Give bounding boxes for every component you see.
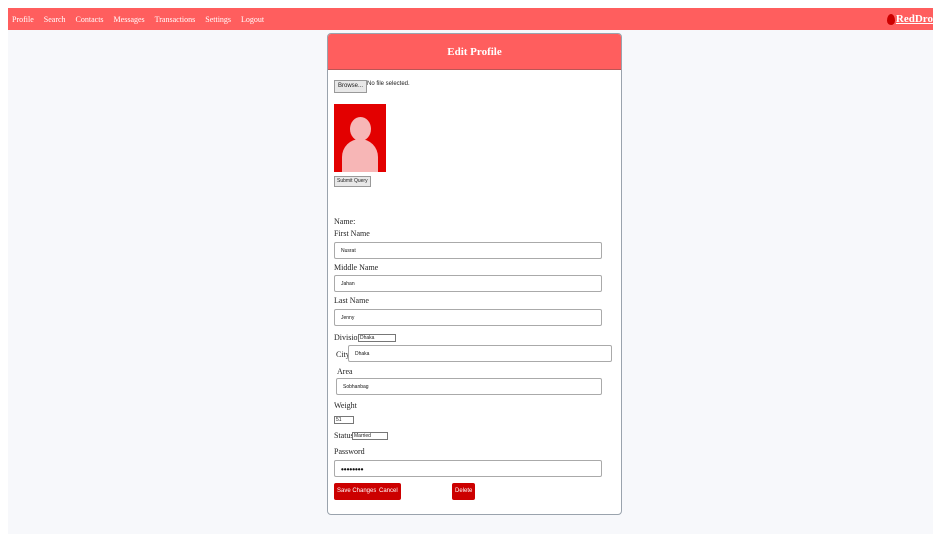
brand-logo[interactable]: RedDro	[886, 10, 933, 28]
first-name-input[interactable]: Nusrat	[334, 242, 602, 259]
middle-name-input[interactable]: Jahan	[334, 275, 602, 292]
brand-name: RedDro	[895, 13, 933, 25]
area-label: Area	[337, 367, 353, 376]
password-label: Password	[334, 447, 365, 456]
area-input[interactable]: Sobhanbag	[336, 378, 602, 395]
last-name-label: Last Name	[334, 296, 369, 305]
nav-settings[interactable]: Settings	[205, 15, 231, 24]
weight-label: Weight	[334, 401, 357, 410]
avatar	[334, 104, 386, 172]
submit-query-button[interactable]: Submit Query	[334, 176, 371, 187]
nav-transactions[interactable]: Transactions	[155, 15, 196, 24]
file-status: No file selected.	[367, 81, 410, 87]
card-title: Edit Profile	[328, 34, 621, 70]
city-input[interactable]: Dhaka	[348, 345, 612, 362]
cancel-button[interactable]: Cancel	[376, 483, 401, 500]
blood-drop-icon	[886, 13, 895, 25]
status-select[interactable]: Married	[352, 432, 388, 440]
nav-messages[interactable]: Messages	[114, 15, 145, 24]
delete-button[interactable]: Delete	[452, 483, 476, 500]
password-input[interactable]: ••••••••	[334, 460, 602, 477]
browse-button[interactable]: Browse...	[334, 80, 368, 93]
edit-profile-card: Edit Profile Browse... No file selected.…	[327, 33, 622, 515]
weight-input[interactable]: 51	[334, 416, 354, 424]
nav-logout[interactable]: Logout	[241, 15, 264, 24]
save-changes-button[interactable]: Save Changes	[334, 483, 380, 500]
division-select[interactable]: Dhaka	[358, 334, 396, 342]
middle-name-label: Middle Name	[334, 263, 379, 272]
last-name-input[interactable]: Jenny	[334, 309, 602, 326]
top-navbar: Profile Search Contacts Messages Transac…	[8, 8, 933, 30]
status-label: Status	[334, 431, 354, 440]
first-name-label: First Name	[334, 229, 370, 238]
name-label: Name:	[334, 217, 356, 226]
nav-contacts[interactable]: Contacts	[76, 15, 104, 24]
nav-search[interactable]: Search	[44, 15, 66, 24]
avatar-body-icon	[342, 139, 378, 172]
avatar-head-icon	[350, 117, 371, 141]
nav-profile[interactable]: Profile	[12, 15, 34, 24]
